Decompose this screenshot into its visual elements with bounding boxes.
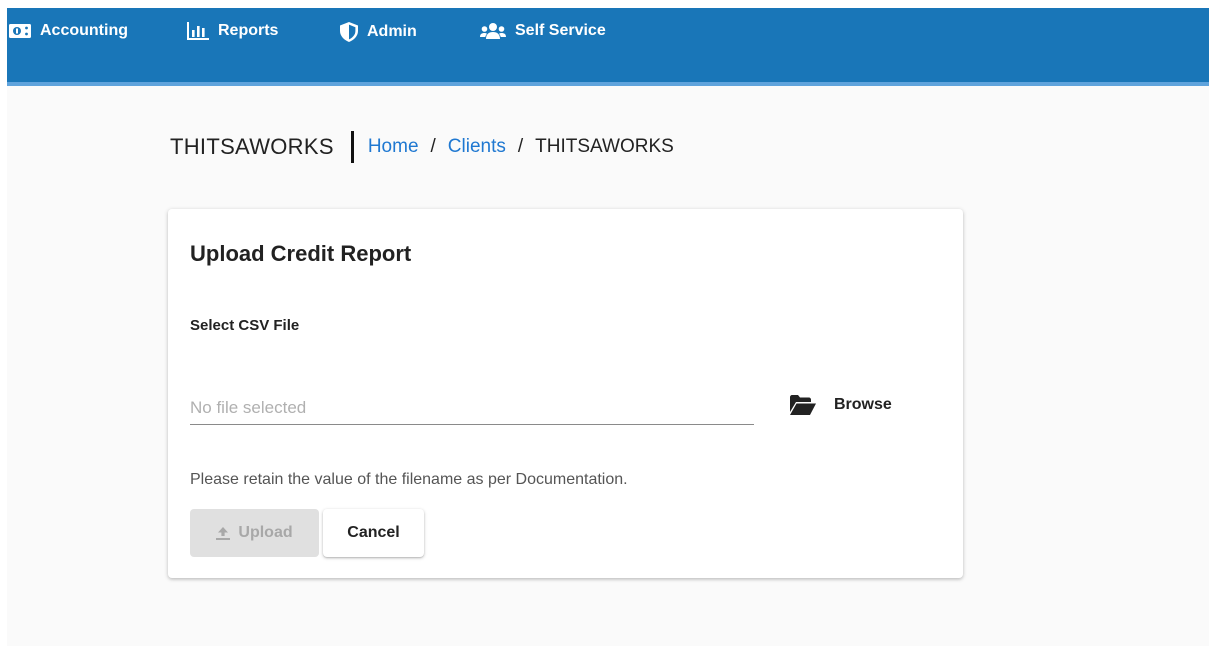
nav-item-self-service[interactable]: Self Service: [480, 22, 606, 40]
top-navigation-bar: [7, 8, 1209, 82]
upload-credit-report-card: Upload Credit Report Select CSV File Bro…: [168, 209, 963, 578]
users-icon: [480, 23, 506, 39]
nav-item-accounting[interactable]: Accounting: [9, 22, 128, 40]
file-name-field[interactable]: [190, 391, 754, 425]
upload-icon: [216, 526, 231, 540]
nav-item-label: Accounting: [40, 22, 128, 39]
cancel-button[interactable]: Cancel: [323, 509, 424, 557]
upload-label: Upload: [238, 524, 293, 541]
nav-item-label: Admin: [367, 23, 417, 40]
nav-item-label: Reports: [218, 22, 279, 39]
nav-item-admin[interactable]: Admin: [340, 22, 417, 42]
browse-button[interactable]: Browse: [790, 390, 892, 420]
title-divider: [350, 131, 354, 163]
breadcrumb-separator: /: [517, 136, 524, 157]
shield-icon: [340, 22, 358, 42]
money-bill-icon: [9, 24, 31, 38]
card-title: Upload Credit Report: [190, 241, 412, 266]
nav-item-reports[interactable]: Reports: [187, 22, 278, 40]
page-title: THITSAWORKS: [170, 134, 334, 159]
bar-chart-icon: [187, 22, 209, 40]
browse-label: Browse: [834, 396, 892, 413]
breadcrumb: THITSAWORKS Home / Clients / THITSAWORKS: [170, 131, 674, 163]
upload-button[interactable]: Upload: [190, 509, 319, 557]
folder-open-icon: [790, 395, 816, 415]
nav-item-label: Self Service: [515, 22, 606, 39]
breadcrumb-home-link[interactable]: Home: [368, 136, 419, 158]
select-csv-label: Select CSV File: [190, 317, 300, 334]
breadcrumb-clients-link[interactable]: Clients: [448, 136, 506, 158]
breadcrumb-current: THITSAWORKS: [535, 136, 674, 157]
filename-hint: Please retain the value of the filename …: [190, 471, 628, 488]
breadcrumb-separator: /: [430, 136, 436, 157]
